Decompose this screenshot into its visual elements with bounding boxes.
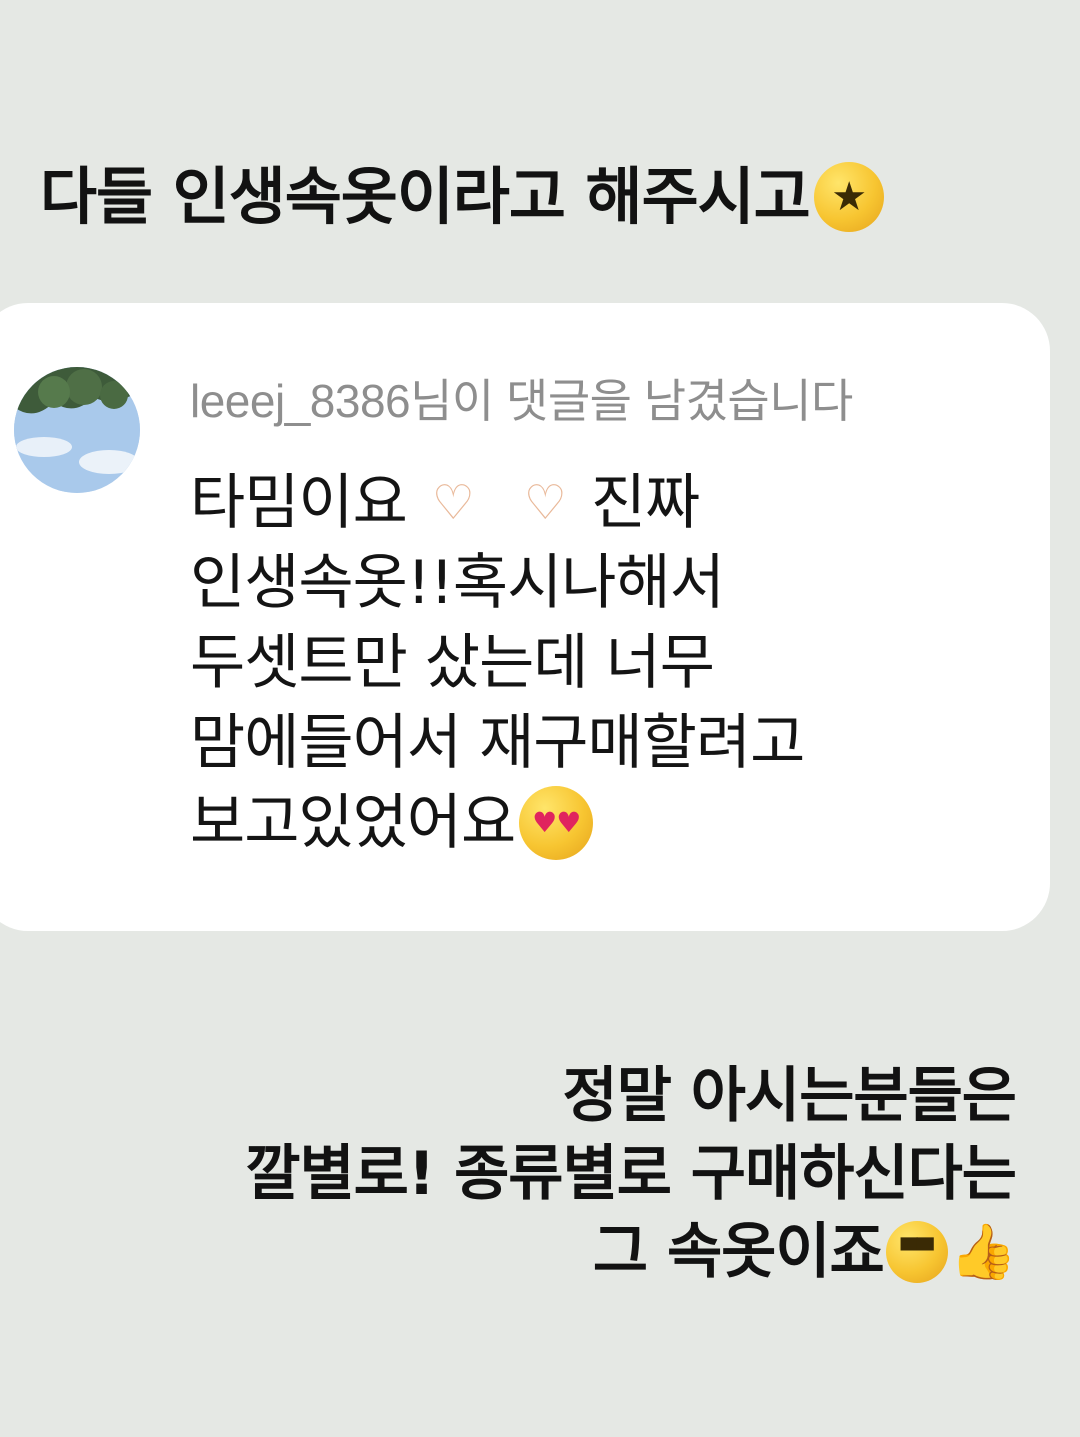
comment-card: leeej_8386님이 댓글을 남겼습니다 타밈이요 ♡ ♡ 진짜 인생속옷!…	[0, 303, 1050, 931]
comment-line: 보고있었어요 ♥♥	[190, 783, 1010, 863]
comment-line-text: 타밈이요	[190, 468, 408, 538]
comment-line: 두셋트만 샀는데 너무	[190, 623, 1010, 703]
comment-body: 타밈이요 ♡ ♡ 진짜 인생속옷!!혹시나해서 두셋트만 샀는데 너무 맘에들어…	[190, 463, 1010, 863]
headline-text: 다들 인생속옷이라고 해주시고	[40, 160, 811, 233]
reply-line: 그 속옷이죠 ▀▀ 👍	[245, 1213, 1017, 1291]
comment-line: 맘에들어서 재구매할려고	[190, 703, 1010, 783]
reply-line-text: 정말 아시는분들은	[562, 1061, 1017, 1131]
star-struck-emoji-icon: ★	[813, 162, 884, 233]
reply-block: 정말 아시는분들은 깔별로! 종류별로 구매하신다는 그 속옷이죠 ▀▀ 👍	[245, 1057, 1017, 1291]
reply-line: 깔별로! 종류별로 구매하신다는	[245, 1135, 1017, 1213]
comment-line-text: 진짜	[590, 468, 700, 538]
thumbs-up-icon: 👍	[949, 1220, 1017, 1283]
comment-line: 인생속옷!!혹시나해서	[190, 543, 1010, 623]
heart-eyes-icon: ♥♥	[519, 786, 594, 860]
comment-line-text: 인생속옷!!혹시나해서	[190, 548, 725, 618]
comment-line-text: 맘에들어서 재구매할려고	[190, 708, 805, 778]
reply-line-text: 그 속옷이죠	[592, 1217, 885, 1287]
reply-line: 정말 아시는분들은	[245, 1057, 1017, 1135]
heart-hands-icon: ♡	[431, 475, 475, 531]
heart-hands-icon: ♡	[523, 475, 567, 531]
story-headline: 다들 인생속옷이라고 해주시고 ★	[40, 160, 1040, 234]
comment-line-text: 두셋트만 샀는데 너무	[190, 628, 715, 698]
commenter-notice: leeej_8386님이 댓글을 남겼습니다	[190, 375, 853, 427]
commenter-avatar[interactable]	[14, 367, 140, 493]
reply-line-text: 깔별로! 종류별로 구매하신다는	[245, 1139, 1017, 1209]
sunglasses-icon: ▀▀	[885, 1221, 948, 1283]
comment-line-text: 보고있었어요	[190, 788, 516, 858]
comment-line: 타밈이요 ♡ ♡ 진짜	[190, 463, 1010, 543]
